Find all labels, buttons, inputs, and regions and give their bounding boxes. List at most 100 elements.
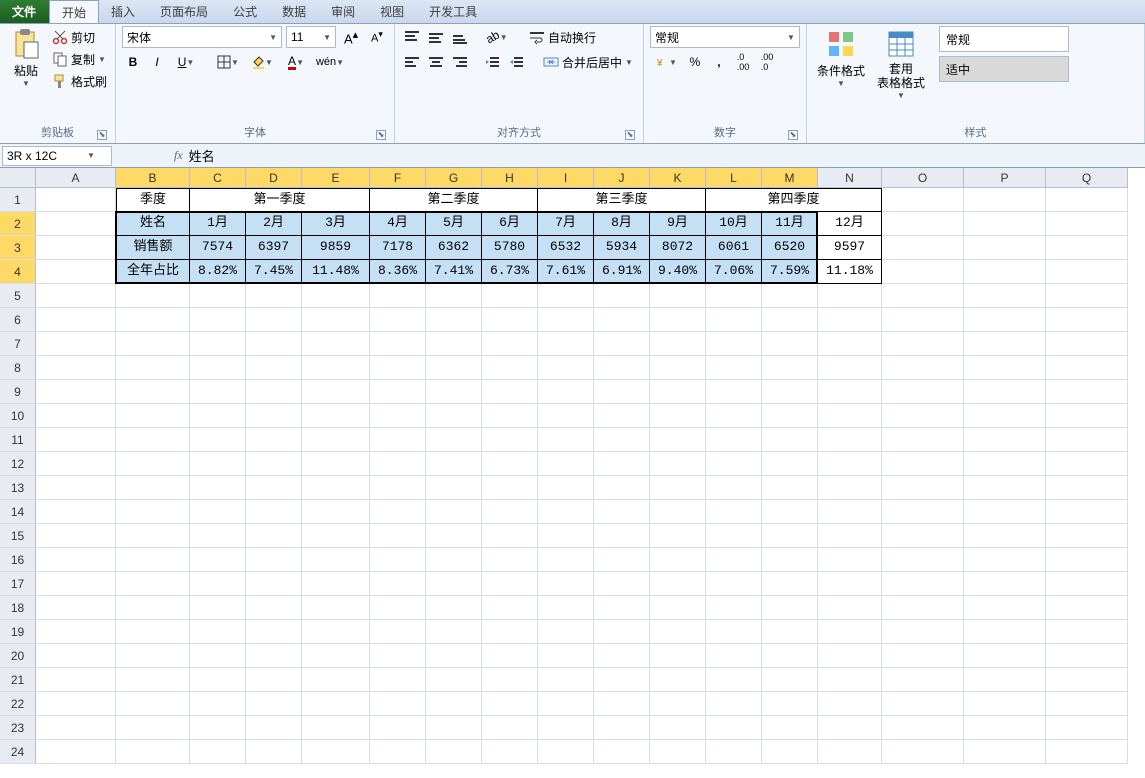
cell-K5[interactable] xyxy=(650,284,706,308)
cut-button[interactable]: 剪切 xyxy=(50,26,109,48)
table-format-button[interactable]: 套用 表格格式 ▼ xyxy=(873,26,929,102)
row-header-16[interactable]: 16 xyxy=(0,548,36,572)
cell-D5[interactable] xyxy=(246,284,302,308)
number-format-combo[interactable]: ▼ xyxy=(650,26,800,48)
cell-A5[interactable] xyxy=(36,284,116,308)
cell-G22[interactable] xyxy=(426,692,482,716)
cell-F17[interactable] xyxy=(370,572,426,596)
cell-H12[interactable] xyxy=(482,452,538,476)
cell-M4[interactable]: 7.59% xyxy=(762,260,818,284)
cell-M14[interactable] xyxy=(762,500,818,524)
cell-A22[interactable] xyxy=(36,692,116,716)
cell-N24[interactable] xyxy=(818,740,882,764)
cell-G10[interactable] xyxy=(426,404,482,428)
cell-F4[interactable]: 8.36% xyxy=(370,260,426,284)
cell-N8[interactable] xyxy=(818,356,882,380)
cell-C4[interactable]: 8.82% xyxy=(190,260,246,284)
cell-N19[interactable] xyxy=(818,620,882,644)
col-header-E[interactable]: E xyxy=(302,168,370,188)
cell-F1[interactable]: 第二季度 xyxy=(370,188,538,212)
cell-J8[interactable] xyxy=(594,356,650,380)
cell-B4[interactable]: 全年占比 xyxy=(116,260,190,284)
cell-B12[interactable] xyxy=(116,452,190,476)
cell-N16[interactable] xyxy=(818,548,882,572)
cell-B16[interactable] xyxy=(116,548,190,572)
cell-I11[interactable] xyxy=(538,428,594,452)
style-normal[interactable]: 常规 xyxy=(939,26,1069,52)
cell-C19[interactable] xyxy=(190,620,246,644)
cell-F20[interactable] xyxy=(370,644,426,668)
row-header-22[interactable]: 22 xyxy=(0,692,36,716)
cell-A16[interactable] xyxy=(36,548,116,572)
cell-G17[interactable] xyxy=(426,572,482,596)
cell-Q21[interactable] xyxy=(1046,668,1128,692)
cell-L21[interactable] xyxy=(706,668,762,692)
cell-G2[interactable]: 5月 xyxy=(426,212,482,236)
cell-J24[interactable] xyxy=(594,740,650,764)
cell-A10[interactable] xyxy=(36,404,116,428)
cell-D16[interactable] xyxy=(246,548,302,572)
cell-B1[interactable]: 季度 xyxy=(116,188,190,212)
increase-decimal-button[interactable]: .0.00 xyxy=(732,51,754,73)
cell-K24[interactable] xyxy=(650,740,706,764)
cell-J22[interactable] xyxy=(594,692,650,716)
cell-E8[interactable] xyxy=(302,356,370,380)
cell-F2[interactable]: 4月 xyxy=(370,212,426,236)
cell-H21[interactable] xyxy=(482,668,538,692)
cell-B18[interactable] xyxy=(116,596,190,620)
cell-B3[interactable]: 销售额 xyxy=(116,236,190,260)
row-header-1[interactable]: 1 xyxy=(0,188,36,212)
border-button[interactable]: ▼ xyxy=(212,51,244,73)
cell-C5[interactable] xyxy=(190,284,246,308)
currency-button[interactable]: ¥▼ xyxy=(650,51,682,73)
cell-M10[interactable] xyxy=(762,404,818,428)
wrap-text-button[interactable]: 自动换行 xyxy=(525,26,600,48)
cell-D3[interactable]: 6397 xyxy=(246,236,302,260)
tab-layout[interactable]: 页面布局 xyxy=(148,0,221,23)
cell-H8[interactable] xyxy=(482,356,538,380)
cell-D22[interactable] xyxy=(246,692,302,716)
cell-E9[interactable] xyxy=(302,380,370,404)
cell-B21[interactable] xyxy=(116,668,190,692)
cell-J17[interactable] xyxy=(594,572,650,596)
cell-C3[interactable]: 7574 xyxy=(190,236,246,260)
row-header-13[interactable]: 13 xyxy=(0,476,36,500)
cell-H18[interactable] xyxy=(482,596,538,620)
row-header-14[interactable]: 14 xyxy=(0,500,36,524)
shrink-font-button[interactable]: A▾ xyxy=(366,26,388,48)
cell-M21[interactable] xyxy=(762,668,818,692)
style-good[interactable]: 适中 xyxy=(939,56,1069,82)
cell-M15[interactable] xyxy=(762,524,818,548)
cell-P23[interactable] xyxy=(964,716,1046,740)
bold-button[interactable]: B xyxy=(122,51,144,73)
cell-B5[interactable] xyxy=(116,284,190,308)
cell-E11[interactable] xyxy=(302,428,370,452)
cell-A21[interactable] xyxy=(36,668,116,692)
cell-O3[interactable] xyxy=(882,236,964,260)
cell-L12[interactable] xyxy=(706,452,762,476)
cell-C7[interactable] xyxy=(190,332,246,356)
copy-button[interactable]: 复制 ▼ xyxy=(50,48,109,70)
cell-I13[interactable] xyxy=(538,476,594,500)
cell-P9[interactable] xyxy=(964,380,1046,404)
cell-H24[interactable] xyxy=(482,740,538,764)
cell-N4[interactable]: 11.18% xyxy=(818,260,882,284)
row-header-18[interactable]: 18 xyxy=(0,596,36,620)
row-header-17[interactable]: 17 xyxy=(0,572,36,596)
align-center-button[interactable] xyxy=(425,51,447,73)
cell-O4[interactable] xyxy=(882,260,964,284)
cell-I15[interactable] xyxy=(538,524,594,548)
cell-L16[interactable] xyxy=(706,548,762,572)
align-bottom-button[interactable] xyxy=(449,26,471,48)
cell-C15[interactable] xyxy=(190,524,246,548)
cell-I21[interactable] xyxy=(538,668,594,692)
cell-G9[interactable] xyxy=(426,380,482,404)
cell-C20[interactable] xyxy=(190,644,246,668)
spreadsheet-grid[interactable]: ABCDEFGHIJKLMNOPQ 1234567891011121314151… xyxy=(0,168,1145,778)
cell-O15[interactable] xyxy=(882,524,964,548)
cell-P12[interactable] xyxy=(964,452,1046,476)
cell-K14[interactable] xyxy=(650,500,706,524)
cell-G16[interactable] xyxy=(426,548,482,572)
cell-G11[interactable] xyxy=(426,428,482,452)
cell-G8[interactable] xyxy=(426,356,482,380)
